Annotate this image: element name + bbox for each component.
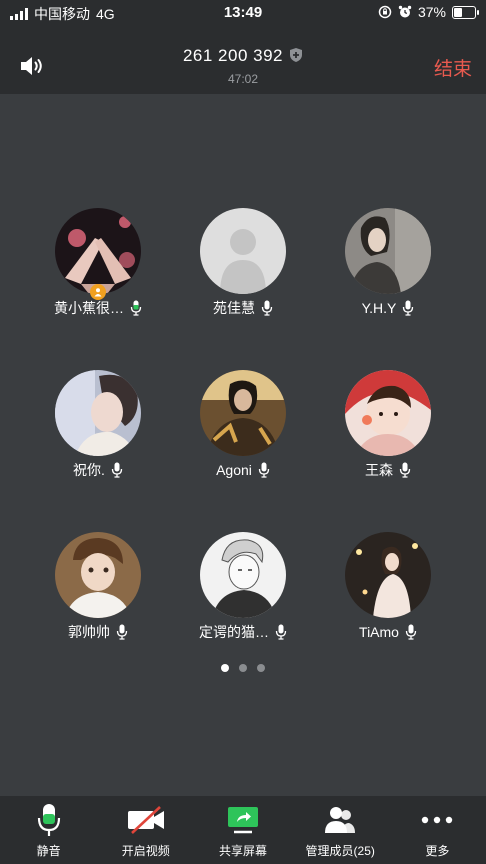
- participant-grid: 黄小蕉很… 苑佳慧 Y.H.Y 祝你. Agoni 王森 郭帅帅 定谔的猫… T…: [0, 0, 486, 864]
- mic-icon: [405, 624, 417, 640]
- rotation-lock-icon: [378, 5, 392, 19]
- mic-icon: [275, 624, 287, 640]
- manage-members-label: 管理成员(25): [305, 844, 375, 858]
- participant-name-row: TiAmo: [308, 622, 468, 642]
- meeting-id: 261 200 392: [182, 46, 284, 65]
- avatar: [345, 532, 431, 618]
- participant-name-row: 祝你.: [18, 460, 178, 480]
- meeting-duration: 47:02: [227, 72, 259, 86]
- mic-icon: [258, 462, 270, 478]
- participant-name-row: 郭帅帅: [18, 622, 178, 642]
- share-screen-icon: [228, 807, 258, 834]
- meeting-header: 261 200 392 47:02 结束: [0, 26, 486, 94]
- default-avatar-icon: [200, 208, 286, 294]
- status-bar: 中国移动 4G 13:49 37%: [0, 0, 486, 26]
- mic-icon: [399, 462, 411, 478]
- participant-name-row: Y.H.Y: [308, 298, 468, 318]
- start-video-button[interactable]: 开启视频: [97, 796, 194, 864]
- participant-name: 黄小蕉很…: [54, 300, 124, 316]
- participant-tile[interactable]: 定谔的猫…: [163, 532, 323, 652]
- participant-name-row: Agoni: [163, 460, 323, 480]
- participant-name: Y.H.Y: [361, 300, 397, 316]
- more-label: 更多: [425, 844, 450, 858]
- share-screen-button[interactable]: 共享屏幕: [194, 796, 291, 864]
- mic-icon: [37, 804, 60, 836]
- participant-name: TiAmo: [359, 624, 399, 640]
- host-icon: [94, 288, 102, 297]
- participant-tile[interactable]: Agoni: [163, 370, 323, 490]
- participant-tile[interactable]: Y.H.Y: [308, 208, 468, 328]
- manage-members-button[interactable]: 管理成员(25): [292, 796, 389, 864]
- mute-label: 静音: [36, 844, 61, 858]
- meeting-toolbar: 静音 开启视频 共享屏幕 管理成员(25) 更多: [0, 796, 486, 864]
- avatar: [55, 370, 141, 456]
- participant-name: 定谔的猫…: [199, 624, 269, 640]
- mic-icon: [111, 462, 123, 478]
- participant-tile[interactable]: TiAmo: [308, 532, 468, 652]
- participant-name-row: 王森: [308, 460, 468, 480]
- mic-icon: [261, 300, 273, 316]
- avatar: [345, 370, 431, 456]
- participant-name-row: 苑佳慧: [163, 298, 323, 318]
- participant-tile[interactable]: 黄小蕉很…: [18, 208, 178, 328]
- participant-name: Agoni: [216, 462, 252, 478]
- status-right: 37%: [378, 4, 479, 20]
- avatar: [345, 208, 431, 294]
- participant-tile[interactable]: 祝你.: [18, 370, 178, 490]
- mic-icon: [116, 624, 128, 640]
- share-screen-label: 共享屏幕: [219, 844, 268, 858]
- participant-name-row: 定谔的猫…: [163, 622, 323, 642]
- participant-name: 祝你.: [73, 462, 105, 478]
- avatar: [55, 532, 141, 618]
- participant-name-row: 黄小蕉很…: [18, 298, 178, 318]
- participant-name: 郭帅帅: [68, 624, 110, 640]
- participant-name: 苑佳慧: [213, 300, 255, 316]
- page-indicator[interactable]: [0, 664, 486, 672]
- page-dot[interactable]: [221, 664, 229, 672]
- avatar: [55, 208, 141, 294]
- page-dot[interactable]: [239, 664, 247, 672]
- mute-button[interactable]: 静音: [0, 796, 97, 864]
- alarm-icon: [398, 5, 412, 18]
- participant-name: 王森: [365, 462, 393, 478]
- battery-percent: 37%: [417, 4, 446, 20]
- participant-tile[interactable]: 苑佳慧: [163, 208, 323, 328]
- end-meeting-button[interactable]: 结束: [434, 54, 472, 81]
- more-button[interactable]: 更多: [389, 796, 486, 864]
- participant-tile[interactable]: 王森: [308, 370, 468, 490]
- shield-icon[interactable]: [289, 47, 303, 63]
- more-icon: [422, 816, 453, 824]
- participant-tile[interactable]: 郭帅帅: [18, 532, 178, 652]
- avatar: [200, 532, 286, 618]
- page-dot[interactable]: [257, 664, 265, 672]
- mic-icon: [403, 300, 414, 316]
- video-off-icon: [127, 806, 164, 834]
- members-icon: [325, 807, 356, 833]
- avatar: [200, 370, 286, 456]
- meeting-id-row: 261 200 392: [0, 46, 486, 66]
- start-video-label: 开启视频: [121, 844, 170, 858]
- mic-active-icon: [130, 300, 142, 316]
- battery-icon: [452, 5, 479, 19]
